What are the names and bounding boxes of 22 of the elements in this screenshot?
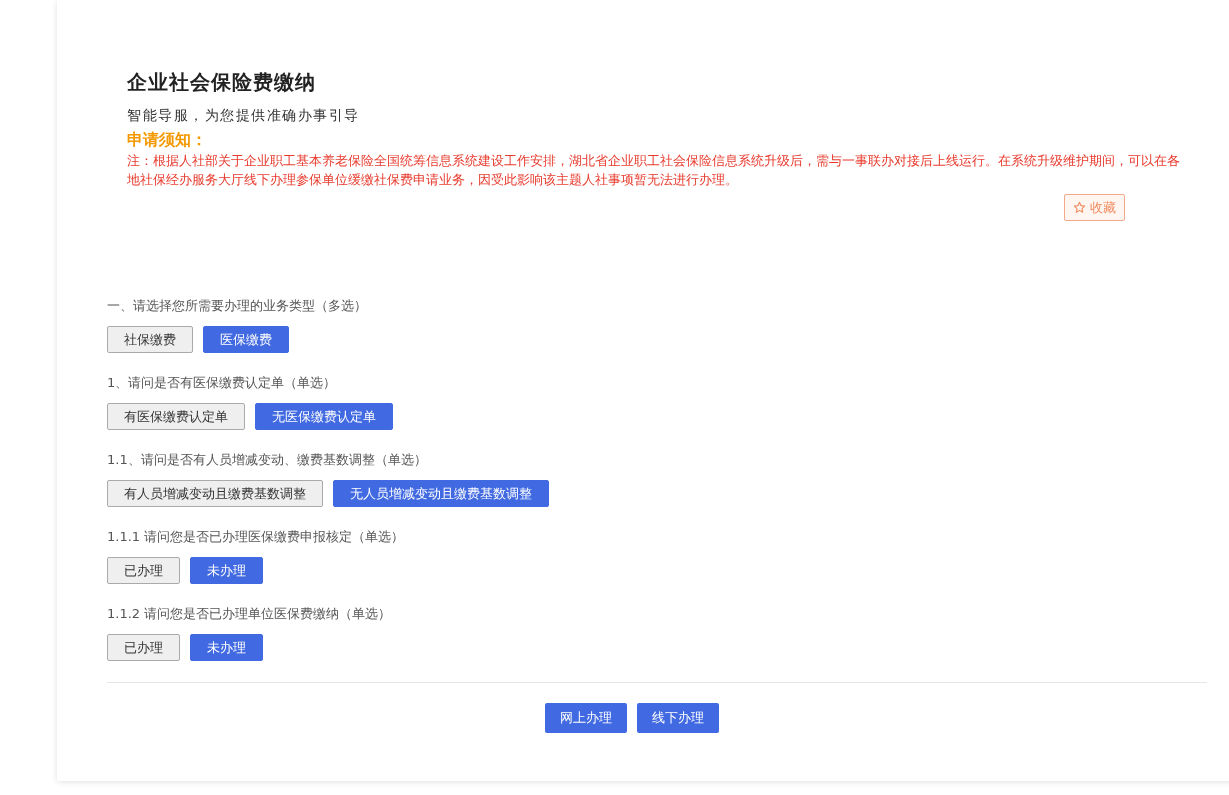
- option-button[interactable]: 有医保缴费认定单: [107, 403, 245, 430]
- question-label: 一、请选择您所需要办理的业务类型（多选）: [107, 297, 368, 315]
- action-button[interactable]: 线下办理: [637, 703, 719, 733]
- page-title: 企业社会保险费缴纳: [127, 69, 317, 96]
- notice-text: 注：根据人社部关于企业职工基本养老保险全国统筹信息系统建设工作安排，湖北省企业职工社会保险信息系统升级后，需与一事联办对接后上线运行。在系统升级维护期间，可以在各地社保经办服务大厅线下办理参保单位缓缴社保费申请业务，因受此影响该主题人社事项暂无法进行办理。: [127, 152, 1181, 189]
- option-button[interactable]: 无医保缴费认定单: [255, 403, 393, 430]
- question-label: 1.1、请问是否有人员增减变动、缴费基数调整（单选）: [107, 451, 428, 469]
- option-button[interactable]: 社保缴费: [107, 326, 193, 353]
- option-button[interactable]: 无人员增减变动且缴费基数调整: [333, 480, 549, 507]
- option-button[interactable]: 已办理: [107, 634, 180, 661]
- subtitle-text: 智能导服，为您提供准确办事引导: [127, 106, 361, 124]
- option-button[interactable]: 已办理: [107, 557, 180, 584]
- option-button[interactable]: 有人员增减变动且缴费基数调整: [107, 480, 323, 507]
- question-label: 1.1.1 请问您是否已办理医保缴费申报核定（单选）: [107, 528, 406, 546]
- question-label: 1.1.2 请问您是否已办理单位医保费缴纳（单选）: [107, 605, 393, 623]
- action-button[interactable]: 网上办理: [545, 703, 627, 733]
- question-label: 1、请问是否有医保缴费认定单（单选）: [107, 374, 338, 392]
- star-icon: [1073, 201, 1086, 214]
- option-button[interactable]: 未办理: [190, 634, 263, 661]
- notice-heading: 申请须知：: [127, 129, 208, 151]
- option-button[interactable]: 医保缴费: [203, 326, 289, 353]
- option-button[interactable]: 未办理: [190, 557, 263, 584]
